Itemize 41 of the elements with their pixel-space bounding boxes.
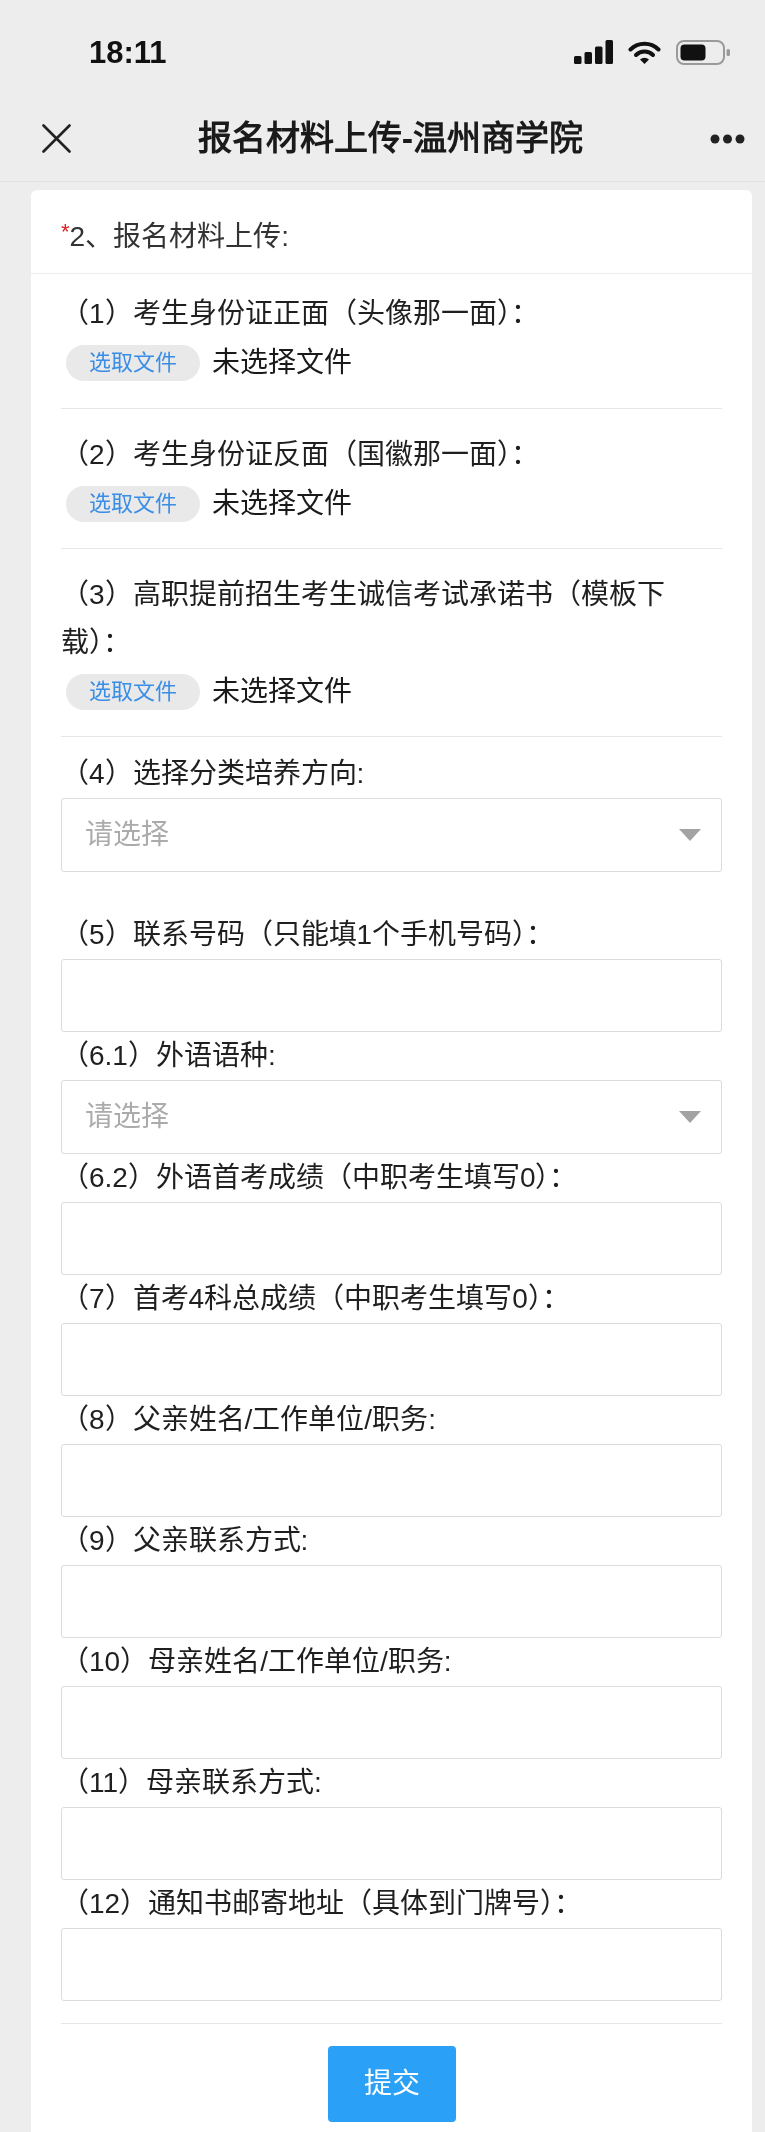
file-button[interactable]: 选取文件 [66, 345, 200, 381]
file-status: 未选择文件 [212, 675, 352, 709]
field-label: （4）选择分类培养方向: [61, 757, 366, 791]
field-label: （12）通知书邮寄地址（具体到门牌号）： [61, 1887, 584, 1921]
input-field[interactable] [61, 1444, 722, 1517]
more-icon[interactable] [710, 133, 745, 144]
required-mark: * [61, 219, 70, 244]
input-field[interactable] [61, 1202, 722, 1275]
field-label: （11）母亲联系方式: [61, 1766, 323, 1800]
input-field[interactable] [61, 1928, 722, 2001]
field-label: （9）父亲联系方式: [61, 1524, 310, 1558]
close-icon[interactable] [42, 124, 71, 153]
field-label: （7）首考4科总成绩（中职考生填写0）： [61, 1282, 571, 1316]
field-label: （2）考生身份证反面（国徽那一面）： [61, 438, 540, 472]
status-time: 18:11 [89, 36, 167, 68]
input-field[interactable] [61, 959, 722, 1032]
input-field[interactable] [61, 1807, 722, 1880]
field-label: （5）联系号码（只能填1个手机号码）： [61, 918, 556, 952]
input-field[interactable] [61, 1686, 722, 1759]
file-status: 未选择文件 [212, 487, 352, 521]
submit-button[interactable]: 提交 [327, 2046, 456, 2122]
field-label: （3）高职提前招生考生诚信考试承诺书（模板下载）： [61, 578, 666, 660]
select-field[interactable]: 请选择 [61, 798, 722, 872]
input-field[interactable] [61, 1565, 722, 1638]
signal-icon [574, 40, 613, 64]
field-label: （6.1）外语语种: [61, 1039, 277, 1073]
battery-icon [676, 39, 730, 65]
select-field[interactable]: 请选择 [61, 1080, 722, 1154]
caret-icon [679, 1111, 701, 1123]
field-label: （1）考生身份证正面（头像那一面）： [61, 297, 540, 331]
file-status: 未选择文件 [212, 346, 352, 380]
field-label: （8）父亲姓名/工作单位/职务: [61, 1403, 437, 1437]
caret-icon [679, 829, 701, 841]
wifi-icon [628, 40, 661, 64]
page-title: 报名材料上传-温州商学院 [196, 118, 585, 159]
field-label: （10）母亲姓名/工作单位/职务: [61, 1645, 453, 1679]
section-title: 2、报名材料上传: [69, 221, 289, 252]
input-field[interactable] [61, 1323, 722, 1396]
file-button[interactable]: 选取文件 [66, 486, 200, 522]
field-label: （6.2）外语首考成绩（中职考生填写0）： [61, 1161, 579, 1195]
file-button[interactable]: 选取文件 [66, 674, 200, 710]
